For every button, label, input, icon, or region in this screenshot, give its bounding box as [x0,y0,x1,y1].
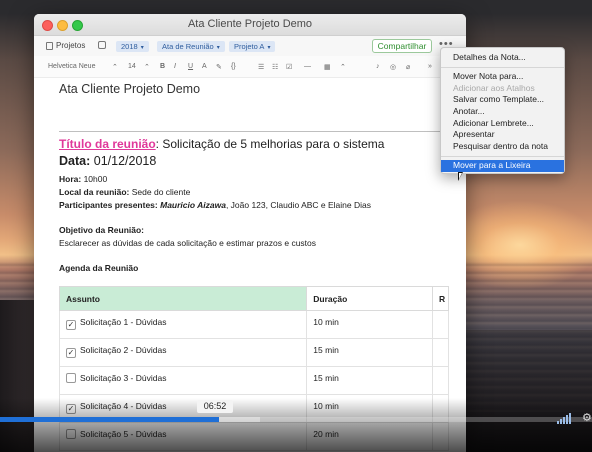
video-controls-overlay [0,398,592,452]
checked-checkbox-icon[interactable]: ✓ [66,348,76,358]
chevron-down-icon: ⌃ [144,64,150,71]
menu-separator [441,67,564,68]
chevron-down-icon: ⌃ [112,64,118,71]
menu-item-move-note[interactable]: Mover Nota para... [441,71,564,83]
participants-label: Participantes presentes: [59,200,158,210]
meeting-title-line: Título da reunião: Solicitação de 5 melh… [59,137,384,151]
tag-pill-projeto[interactable]: Projeto A ▾ [229,41,276,52]
title-bar[interactable]: Ata Cliente Projeto Demo [34,14,466,36]
subject-text: Solicitação 3 - Dúvidas [80,373,167,383]
date-line: Data: 01/12/2018 [59,154,156,168]
subject-cell[interactable]: Solicitação 3 - Dúvidas [58,366,308,395]
location-value: Sede do cliente [131,187,191,197]
tag-pill-2018[interactable]: 2018 ▾ [116,41,149,52]
code-block-button[interactable]: {} [231,63,236,70]
tag-icon[interactable] [98,41,106,49]
note-divider [59,131,466,132]
video-progress-fill [0,417,220,422]
participants-rest: , João 123, Claudio ABC e Elaine Dias [225,200,371,210]
menu-item-search-in-note[interactable]: Pesquisar dentro da nota [441,141,564,153]
subject-text: Solicitação 2 - Dúvidas [80,345,167,355]
objective-label: Objetivo da Reunião: [59,225,145,235]
video-progress-bar[interactable] [0,417,592,422]
menu-item-add-shortcut: Adicionar aos Atalhos [453,82,535,93]
table-icon[interactable]: ▦ [324,63,331,71]
font-family-select[interactable]: Helvetica Neue [48,63,95,70]
participants-line: Participantes presentes: Mauricio Aizawa… [59,200,371,210]
duration-cell[interactable]: 15 min [306,338,433,367]
participants-highlight: Mauricio Aizawa [160,200,226,210]
menu-item-annotate[interactable]: Anotar... [441,106,564,118]
date-value: 01/12/2018 [93,154,157,168]
table-row: ✓ Solicitação 1 - Dúvidas 10 min [58,310,449,339]
bold-button[interactable]: B [160,63,165,70]
date-label: Data: [59,154,91,168]
highlighter-icon[interactable]: ✎ [216,63,222,71]
menu-item-move-to-trash[interactable]: Mover para a Lixeira [441,159,564,172]
chevron-down-icon: ▾ [267,45,271,51]
table-row: ✓ Solicitação 2 - Dúvidas 15 min [58,338,449,367]
subject-text: Solicitação 1 - Dúvidas [80,317,167,327]
menu-separator [441,155,564,157]
video-buffer-bar [219,417,261,422]
meeting-title-value: : Solicitação de 5 melhorias para o sist… [155,137,385,151]
format-toolbar: Helvetica Neue ⌃ 14 ⌃ B I U A ✎ {} ☰ ☷ ☑… [34,56,466,78]
overflow-chevron-icon[interactable]: » [428,63,432,70]
note-window: Ata Cliente Projeto Demo Projetos 2018 ▾ … [34,14,466,452]
horizontal-rule-icon[interactable]: — [304,63,311,70]
location-line: Local da reunião: Sede do cliente [59,187,190,197]
table-row: Solicitação 3 - Dúvidas 15 min [58,366,449,395]
time-label: Hora: [59,174,82,184]
responsible-cell[interactable] [432,310,449,339]
microphone-icon[interactable]: ♪ [376,63,380,70]
mouse-pointer-icon [458,172,463,181]
chevron-down-icon: ▾ [216,45,220,51]
column-header-responsible[interactable]: R [432,286,449,311]
hover-time-tooltip: 06:52 [197,400,233,413]
responsible-cell[interactable] [432,338,449,367]
subject-cell[interactable]: ✓ Solicitação 1 - Dúvidas [58,310,308,339]
time-value: 10h00 [83,174,108,184]
notebook-icon [46,41,53,50]
tag-pill-ata[interactable]: Ata de Reunião ▾ [157,41,225,52]
location-label: Local da reunião: [59,187,130,197]
settings-icon[interactable]: ⚙ [582,411,592,424]
underline-button[interactable]: U [188,63,193,70]
note-title[interactable]: Ata Cliente Projeto Demo [59,82,200,96]
bullet-list-icon[interactable]: ☰ [258,63,264,71]
time-line: Hora: 10h00 [59,174,107,184]
notebook-label: Projetos [56,41,86,50]
context-menu: Detalhes da Nota... Mover Nota para... A… [440,47,565,174]
responsible-cell[interactable] [432,366,449,395]
attachment-icon[interactable]: ⌀ [406,63,410,71]
checkbox-icon[interactable]: ☑ [286,63,292,71]
camera-icon[interactable]: ◎ [390,63,396,71]
menu-item-present[interactable]: Apresentar [441,129,564,141]
subject-cell[interactable]: ✓ Solicitação 2 - Dúvidas [58,338,308,367]
window-title: Ata Cliente Projeto Demo [187,18,313,30]
menu-item-save-template[interactable]: Salvar como Template... [441,94,564,106]
duration-cell[interactable]: 10 min [306,310,433,339]
menu-item-add-reminder[interactable]: Adicionar Lembrete... [441,118,564,130]
font-size-select[interactable]: 14 [128,63,136,70]
italic-button[interactable]: I [174,63,176,70]
text-color-icon[interactable]: A [202,63,207,70]
objective-text: Esclarecer as dúvidas de cada solicitaçã… [59,238,317,248]
numbered-list-icon[interactable]: ☷ [272,63,278,71]
notebook-selector[interactable]: Projetos [46,41,85,50]
volume-icon[interactable] [557,412,575,424]
duration-cell[interactable]: 15 min [306,366,433,395]
meeting-title-label[interactable]: Título da reunião [59,137,156,151]
column-header-duration[interactable]: Duração [306,286,433,311]
menu-item-note-details[interactable]: Detalhes da Nota... [441,51,564,64]
agenda-label: Agenda da Reunião [59,263,139,273]
share-button[interactable]: Compartilhar [372,39,432,53]
note-toolbar: Projetos 2018 ▾ Ata de Reunião ▾ Projeto A… [34,36,466,56]
checked-checkbox-icon[interactable]: ✓ [66,320,76,330]
unchecked-checkbox-icon[interactable] [66,373,76,383]
chevron-down-icon: ▾ [140,45,144,51]
chevron-down-icon: ⌃ [340,64,346,71]
column-header-subject[interactable]: Assunto [58,286,308,311]
